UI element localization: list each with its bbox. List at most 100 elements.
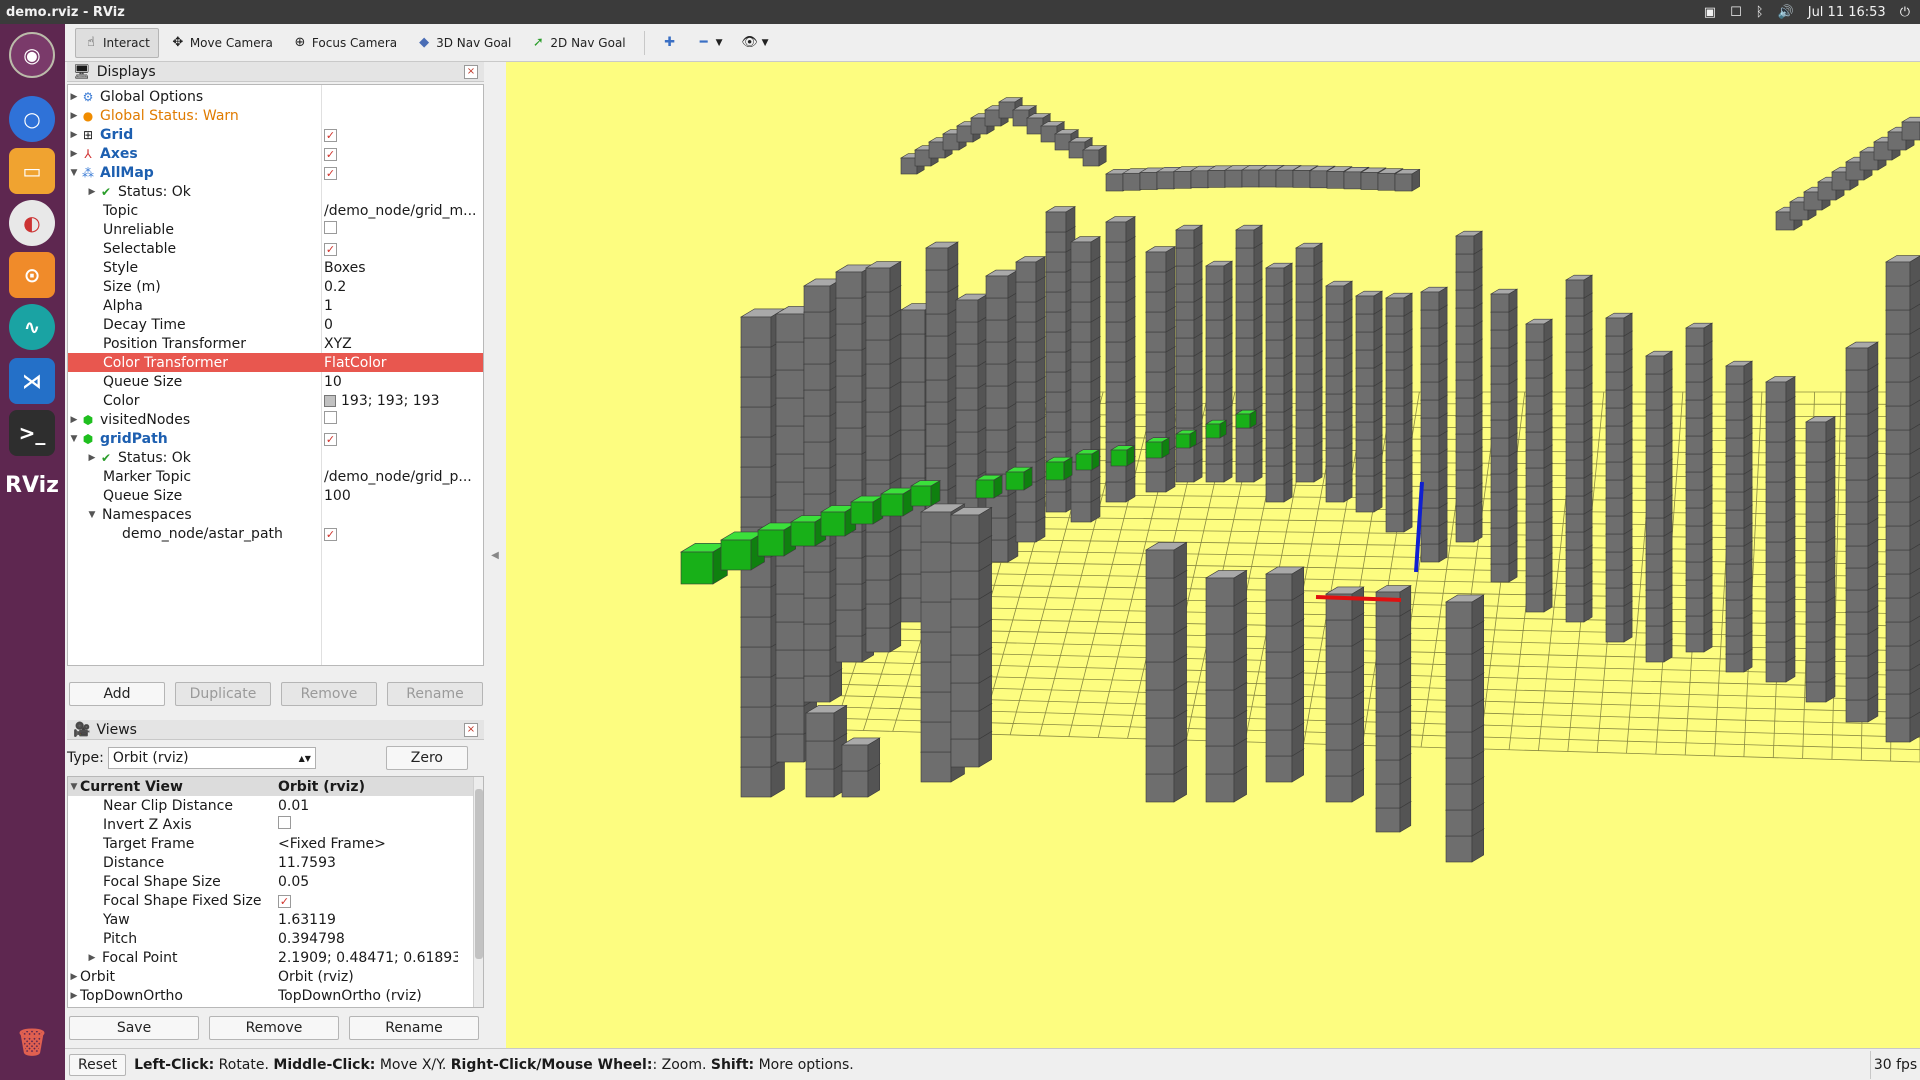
- volume-icon[interactable]: 🔊: [1778, 5, 1794, 20]
- tree-row-astar-path[interactable]: demo_node/astar_path ✓: [68, 524, 483, 543]
- tree-row-color-transformer[interactable]: Color Transformer FlatColor: [68, 353, 483, 372]
- remove-view-button[interactable]: Remove: [209, 1016, 339, 1040]
- add-button[interactable]: Add: [69, 682, 165, 706]
- marker-topic-value[interactable]: /demo_node/grid_p...: [324, 469, 482, 485]
- unreliable-checkbox[interactable]: [324, 221, 337, 234]
- render-3d-viewport[interactable]: [506, 62, 1920, 1048]
- tree-row-grid[interactable]: ▶ ⊞ Grid ✓: [68, 125, 483, 144]
- tree-row-queue-size[interactable]: Queue Size 10: [68, 372, 483, 391]
- camera-type-button[interactable]: 👁 ▼: [735, 28, 777, 58]
- queue-size-value[interactable]: 10: [324, 374, 482, 390]
- rename-view-button[interactable]: Rename: [349, 1016, 479, 1040]
- trash-icon[interactable]: 🗑: [9, 1020, 55, 1066]
- nav-goal-2d-tool-button[interactable]: ➚ 2D Nav Goal: [523, 28, 633, 58]
- nav-goal-3d-tool-button[interactable]: ◆ 3D Nav Goal: [409, 28, 519, 58]
- axes-enabled-checkbox[interactable]: ✓: [324, 147, 337, 161]
- remove-tool-button[interactable]: ━ ▼: [689, 28, 731, 58]
- expand-arrow-icon[interactable]: ▶: [86, 187, 98, 197]
- tree-row-global-status[interactable]: ▶ ● Global Status: Warn: [68, 106, 483, 125]
- expand-arrow-icon[interactable]: ▶: [68, 92, 80, 102]
- decay-time-value[interactable]: 0: [324, 317, 482, 333]
- tree-row-gridpath[interactable]: ▼ ⬢ gridPath ✓: [68, 429, 483, 448]
- expand-arrow-icon[interactable]: ▶: [68, 149, 80, 159]
- tree-row-gridpath-status[interactable]: ▶ ✔ Status: Ok: [68, 448, 483, 467]
- clock[interactable]: Jul 11 16:53: [1808, 5, 1886, 20]
- tree-row-style[interactable]: Style Boxes: [68, 258, 483, 277]
- rename-button[interactable]: Rename: [387, 682, 483, 706]
- size-value[interactable]: 0.2: [324, 279, 482, 295]
- near-clip-value[interactable]: 0.01: [278, 798, 458, 814]
- tree-row-position-transformer[interactable]: Position Transformer XYZ: [68, 334, 483, 353]
- screen-icon[interactable]: ☐: [1730, 5, 1742, 20]
- tree-row-focal-shape-size[interactable]: Focal Shape Size 0.05: [68, 872, 483, 891]
- tree-row-unreliable[interactable]: Unreliable: [68, 220, 483, 239]
- interact-tool-button[interactable]: ☝ Interact: [75, 27, 159, 58]
- color-swatch[interactable]: [324, 394, 336, 407]
- style-value[interactable]: Boxes: [324, 260, 482, 276]
- queue-size-value[interactable]: 100: [324, 488, 482, 504]
- save-button[interactable]: Save: [69, 1016, 199, 1040]
- color-transformer-value[interactable]: FlatColor: [324, 355, 482, 371]
- tree-row-allmap[interactable]: ▼ ⁂ AllMap ✓: [68, 163, 483, 182]
- topic-value[interactable]: /demo_node/grid_m...: [324, 203, 482, 219]
- files-icon[interactable]: ▭: [9, 148, 55, 194]
- panel-splitter[interactable]: ◀: [484, 62, 506, 1048]
- focal-shape-fixed-checkbox[interactable]: ✓: [278, 894, 291, 908]
- selectable-checkbox[interactable]: ✓: [324, 242, 337, 256]
- views-scrollbar[interactable]: [473, 777, 483, 1007]
- scrollbar-thumb[interactable]: [475, 789, 483, 959]
- expand-arrow-icon[interactable]: ▶: [68, 111, 80, 121]
- alpha-value[interactable]: 1: [324, 298, 482, 314]
- expand-arrow-icon[interactable]: ▶: [86, 453, 98, 463]
- invert-z-checkbox[interactable]: [278, 816, 291, 829]
- focal-shape-size-value[interactable]: 0.05: [278, 874, 458, 890]
- tree-row-target-frame[interactable]: Target Frame <Fixed Frame>: [68, 834, 483, 853]
- remove-button[interactable]: Remove: [281, 682, 377, 706]
- gridpath-enabled-checkbox[interactable]: ✓: [324, 432, 337, 446]
- distance-value[interactable]: 11.7593: [278, 855, 458, 871]
- tree-row-decay-time[interactable]: Decay Time 0: [68, 315, 483, 334]
- duplicate-button[interactable]: Duplicate: [175, 682, 271, 706]
- collapse-left-icon[interactable]: ◀: [491, 550, 499, 561]
- astar-path-checkbox[interactable]: ✓: [324, 527, 337, 541]
- position-transformer-value[interactable]: XYZ: [324, 336, 482, 352]
- tree-row-marker-topic[interactable]: Marker Topic /demo_node/grid_p...: [68, 467, 483, 486]
- tree-row-global-options[interactable]: ▶ ⚙ Global Options: [68, 87, 483, 106]
- tree-row-current-view[interactable]: ▼ Current View Orbit (rviz): [68, 777, 483, 796]
- tree-row-color[interactable]: Color 193; 193; 193: [68, 391, 483, 410]
- expand-arrow-icon[interactable]: ▶: [68, 130, 80, 140]
- tree-row-invert-z[interactable]: Invert Z Axis: [68, 815, 483, 834]
- focus-camera-tool-button[interactable]: ⊕ Focus Camera: [285, 28, 405, 58]
- chrome-indicator-icon[interactable]: ▣: [1704, 5, 1716, 20]
- vscode-icon[interactable]: ⋊: [9, 358, 55, 404]
- collapse-arrow-icon[interactable]: ▼: [68, 168, 80, 178]
- color-value[interactable]: 193; 193; 193: [341, 393, 440, 409]
- tree-row-focal-point[interactable]: ▶ Focal Point 2.1909; 0.48471; 0.61893: [68, 948, 483, 967]
- view-type-combobox[interactable]: Orbit (rviz) ▲▼: [107, 747, 316, 769]
- grid-enabled-checkbox[interactable]: ✓: [324, 128, 337, 142]
- expand-arrow-icon[interactable]: ▶: [68, 972, 80, 982]
- expand-arrow-icon[interactable]: ▶: [68, 415, 80, 425]
- toggle-app-icon[interactable]: ◐: [9, 200, 55, 246]
- move-camera-tool-button[interactable]: ✥ Move Camera: [163, 28, 281, 58]
- terminal-icon[interactable]: >_: [9, 410, 55, 456]
- tree-row-allmap-status[interactable]: ▶ ✔ Status: Ok: [68, 182, 483, 201]
- visited-nodes-checkbox[interactable]: [324, 411, 337, 424]
- ubuntu-logo-icon[interactable]: ◉: [9, 32, 55, 78]
- expand-arrow-icon[interactable]: ▶: [86, 953, 98, 963]
- add-tool-button[interactable]: ✚: [655, 28, 685, 58]
- tree-row-alpha[interactable]: Alpha 1: [68, 296, 483, 315]
- pitch-value[interactable]: 0.394798: [278, 931, 458, 947]
- tree-row-near-clip[interactable]: Near Clip Distance 0.01: [68, 796, 483, 815]
- tree-row-namespaces[interactable]: ▼ Namespaces: [68, 505, 483, 524]
- tree-row-focal-shape-fixed[interactable]: Focal Shape Fixed Size ✓: [68, 891, 483, 910]
- tree-row-selectable[interactable]: Selectable ✓: [68, 239, 483, 258]
- tree-row-topic[interactable]: Topic /demo_node/grid_m...: [68, 201, 483, 220]
- reset-button[interactable]: Reset: [69, 1053, 127, 1076]
- system-monitor-icon[interactable]: ∿: [9, 304, 55, 350]
- screenshot-icon[interactable]: ⊙: [9, 252, 55, 298]
- close-icon[interactable]: ×: [464, 64, 478, 79]
- bluetooth-icon[interactable]: ᛒ: [1756, 5, 1764, 20]
- expand-arrow-icon[interactable]: ▶: [68, 991, 80, 1001]
- focal-point-value[interactable]: 2.1909; 0.48471; 0.61893: [278, 950, 458, 966]
